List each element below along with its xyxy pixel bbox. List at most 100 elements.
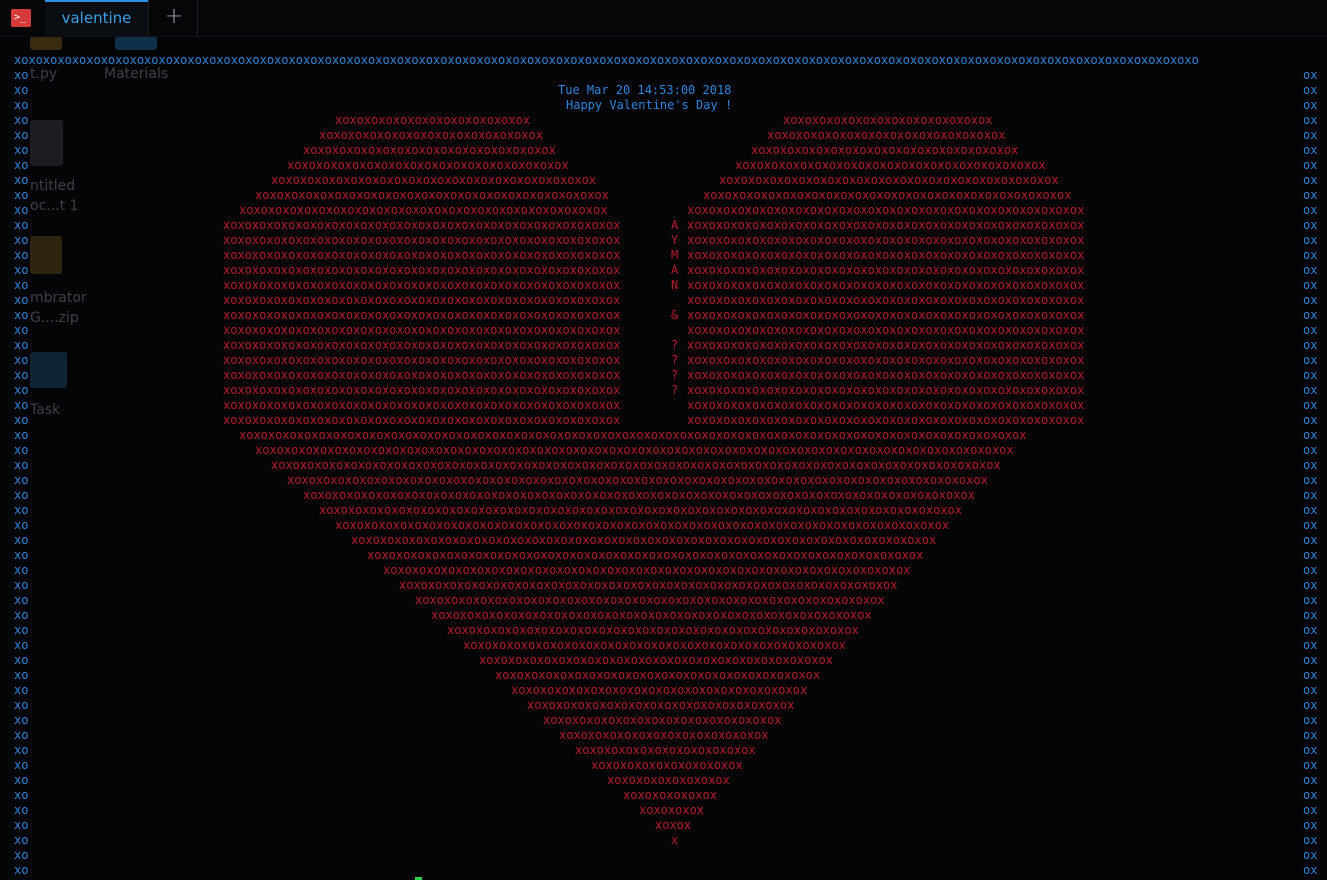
- border-left: xo: [14, 293, 29, 307]
- heart-row: xoxoxoxoxoxoxoxoxoxoxoxoxoxoxoxoxoxoxoxo…: [223, 308, 621, 322]
- heart-row: xoxoxoxoxoxoxoxoxoxoxoxoxoxoxoxoxoxoxoxo…: [255, 443, 1014, 457]
- border-right: ox: [1303, 188, 1318, 202]
- heart-row: xoxoxoxoxoxoxoxoxoxoxoxoxoxoxoxoxoxoxoxo…: [271, 458, 1001, 472]
- border-right: ox: [1303, 218, 1318, 232]
- heart-row: xoxoxoxoxoxoxoxoxoxoxoxoxoxoxoxoxoxoxoxo…: [223, 218, 621, 232]
- border-right: ox: [1303, 203, 1318, 217]
- border-right: ox: [1303, 128, 1318, 142]
- initial-letter: ?: [671, 383, 679, 397]
- heart-row: xoxoxoxoxoxoxoxoxoxoxoxoxoxox: [559, 728, 769, 742]
- border-right: ox: [1303, 728, 1318, 742]
- new-tab-button[interactable]: +: [160, 4, 188, 32]
- heart-row: xoxoxoxoxoxoxoxoxoxoxoxoxoxoxoxoxoxoxoxo…: [687, 293, 1085, 307]
- border-right: ox: [1303, 278, 1318, 292]
- border-left: xo: [14, 803, 29, 817]
- heart-row: xoxoxoxoxoxoxoxoxoxoxoxoxoxoxoxoxoxoxoxo…: [303, 488, 975, 502]
- heart-row: xoxoxoxoxoxoxoxoxoxoxoxoxoxoxoxoxoxoxoxo…: [687, 353, 1085, 367]
- border-right: ox: [1303, 563, 1318, 577]
- heart-row: xoxoxoxoxoxoxoxoxoxoxoxoxoxoxoxoxoxoxoxo…: [687, 278, 1085, 292]
- border-right: ox: [1303, 548, 1318, 562]
- terminal-icon[interactable]: >_: [11, 9, 31, 27]
- heart-row: xoxoxoxoxoxoxoxoxoxoxoxoxoxoxoxoxoxoxoxo…: [447, 623, 859, 637]
- border-left: xo: [14, 323, 29, 337]
- border-right: ox: [1303, 803, 1318, 817]
- border-right: ox: [1303, 683, 1318, 697]
- heart-row: xoxoxoxoxoxoxoxoxoxoxoxoxoxoxoxoxoxoxoxo…: [687, 233, 1085, 247]
- border-right: ox: [1303, 143, 1318, 157]
- heart-row: xoxoxoxoxoxoxoxoxoxoxoxoxoxoxoxoxoxoxoxo…: [239, 428, 1027, 442]
- heart-row: xoxoxoxoxoxoxoxoxoxoxoxoxoxoxoxoxoxoxoxo…: [431, 608, 872, 622]
- border-left: xo: [14, 128, 29, 142]
- border-right: ox: [1303, 473, 1318, 487]
- heart-row: xoxoxoxoxoxoxoxoxoxoxoxoxox: [335, 113, 531, 127]
- heart-row: xoxoxoxoxoxoxoxoxoxoxoxoxoxoxoxoxoxoxoxo…: [223, 263, 621, 277]
- heart-row: xoxoxoxoxoxoxoxoxoxoxoxoxoxoxoxoxoxoxoxo…: [223, 278, 621, 292]
- heart-row: xoxoxoxoxoxoxoxoxoxoxoxoxoxoxoxoxoxoxoxo…: [319, 503, 962, 517]
- border-top: xoxoxoxoxoxoxoxoxoxoxoxoxoxoxoxoxoxoxoxo…: [14, 53, 1199, 67]
- terminal-output[interactable]: Tue Mar 20 14:53:00 2018 Happy Valentine…: [0, 36, 1327, 880]
- border-left: xo: [14, 518, 29, 532]
- heart-row: xoxoxoxoxoxoxoxoxoxoxoxoxoxoxoxoxoxoxoxo…: [223, 233, 621, 247]
- heart-row: xoxoxoxoxoxoxoxoxoxoxoxoxoxoxoxox: [767, 128, 1006, 142]
- border-left: xo: [14, 833, 29, 847]
- border-left: xo: [14, 308, 29, 322]
- border-left: xo: [14, 818, 29, 832]
- heart-row: xoxoxoxoxoxoxoxoxoxoxoxoxoxoxoxoxoxox: [527, 698, 795, 712]
- border-left: xo: [14, 158, 29, 172]
- border-right: ox: [1303, 173, 1318, 187]
- border-left: xo: [14, 413, 29, 427]
- heart-row: xoxoxoxoxoxoxoxoxoxoxoxoxoxoxoxoxoxoxoxo…: [687, 218, 1085, 232]
- border-left: xo: [14, 263, 29, 277]
- heart-row: xoxoxoxoxoxoxoxoxoxoxoxoxoxoxoxoxoxoxoxo…: [255, 188, 610, 202]
- border-right: ox: [1303, 743, 1318, 757]
- border-right: ox: [1303, 98, 1318, 112]
- heart-row: xoxoxoxox: [639, 803, 705, 817]
- border-right: ox: [1303, 83, 1318, 97]
- tab-valentine[interactable]: valentine: [45, 0, 148, 36]
- border-left: xo: [14, 188, 29, 202]
- border-right: ox: [1303, 503, 1318, 517]
- heart-row: xoxoxoxoxoxoxoxoxoxoxoxoxoxoxoxoxoxoxoxo…: [735, 158, 1046, 172]
- border-left: xo: [14, 173, 29, 187]
- border-left: xo: [14, 773, 29, 787]
- border-left: xo: [14, 578, 29, 592]
- border-right: ox: [1303, 368, 1318, 382]
- border-left: xo: [14, 713, 29, 727]
- border-left: xo: [14, 743, 29, 757]
- heart-row: xoxoxoxoxoxoxoxoxoxoxoxoxoxoxoxoxox: [303, 143, 556, 157]
- heart-row: xoxoxoxoxoxoxoxoxoxoxoxoxoxoxoxoxoxoxoxo…: [495, 668, 821, 682]
- heart-row: xoxoxoxoxoxoxoxoxoxoxoxoxoxoxoxoxoxoxoxo…: [223, 353, 621, 367]
- border-right: ox: [1303, 248, 1318, 262]
- heart-row: xoxoxoxoxoxoxoxoxoxoxoxoxoxoxoxoxoxoxoxo…: [367, 548, 924, 562]
- initial-letter: M: [671, 248, 679, 262]
- border-left: xo: [14, 533, 29, 547]
- heart-row: xoxoxoxoxoxoxoxoxoxoxoxoxoxoxoxoxoxoxoxo…: [687, 323, 1085, 337]
- heart-row: xoxoxoxoxoxoxoxoxoxoxoxoxoxoxoxoxoxoxoxo…: [223, 323, 621, 337]
- heart-row: xoxoxoxoxoxoxoxoxoxoxoxoxoxoxoxoxoxoxoxo…: [703, 188, 1072, 202]
- border-right: ox: [1303, 593, 1318, 607]
- heart-row: xoxoxoxoxoxoxoxoxoxoxoxoxoxoxoxoxoxoxoxo…: [223, 248, 621, 262]
- heart-row: xoxoxoxoxoxoxoxoxoxoxoxoxoxox: [783, 113, 993, 127]
- border-right: ox: [1303, 353, 1318, 367]
- border-right: ox: [1303, 338, 1318, 352]
- border-left: xo: [14, 218, 29, 232]
- date-text: Tue Mar 20 14:53:00 2018: [558, 83, 732, 97]
- border-left: xo: [14, 503, 29, 517]
- heart-row: xoxoxoxoxoxoxoxoxoxoxoxoxoxoxoxoxoxoxoxo…: [511, 683, 808, 697]
- heart-row: xoxoxoxoxoxoxoxoxoxoxoxoxoxoxoxoxoxoxoxo…: [223, 383, 621, 397]
- heart-row: xoxoxoxoxoxoxoxoxoxoxoxoxoxoxoxoxoxoxoxo…: [223, 338, 621, 352]
- initial-letter: N: [671, 278, 679, 292]
- border-left: xo: [14, 608, 29, 622]
- border-right: ox: [1303, 818, 1318, 832]
- heart-row: xoxoxoxoxoxoxoxoxoxoxoxoxoxoxoxoxoxoxoxo…: [223, 368, 621, 382]
- border-right: ox: [1303, 383, 1318, 397]
- border-left: xo: [14, 368, 29, 382]
- border-right: ox: [1303, 713, 1318, 727]
- border-left: xo: [14, 113, 29, 127]
- initial-letter: ?: [671, 353, 679, 367]
- heart-row: xoxoxoxoxoxoxoxoxoxoxoxoxoxoxoxoxoxoxoxo…: [271, 173, 597, 187]
- border-left: xo: [14, 278, 29, 292]
- border-left: xo: [14, 863, 29, 877]
- border-left: xo: [14, 563, 29, 577]
- border-left: xo: [14, 623, 29, 637]
